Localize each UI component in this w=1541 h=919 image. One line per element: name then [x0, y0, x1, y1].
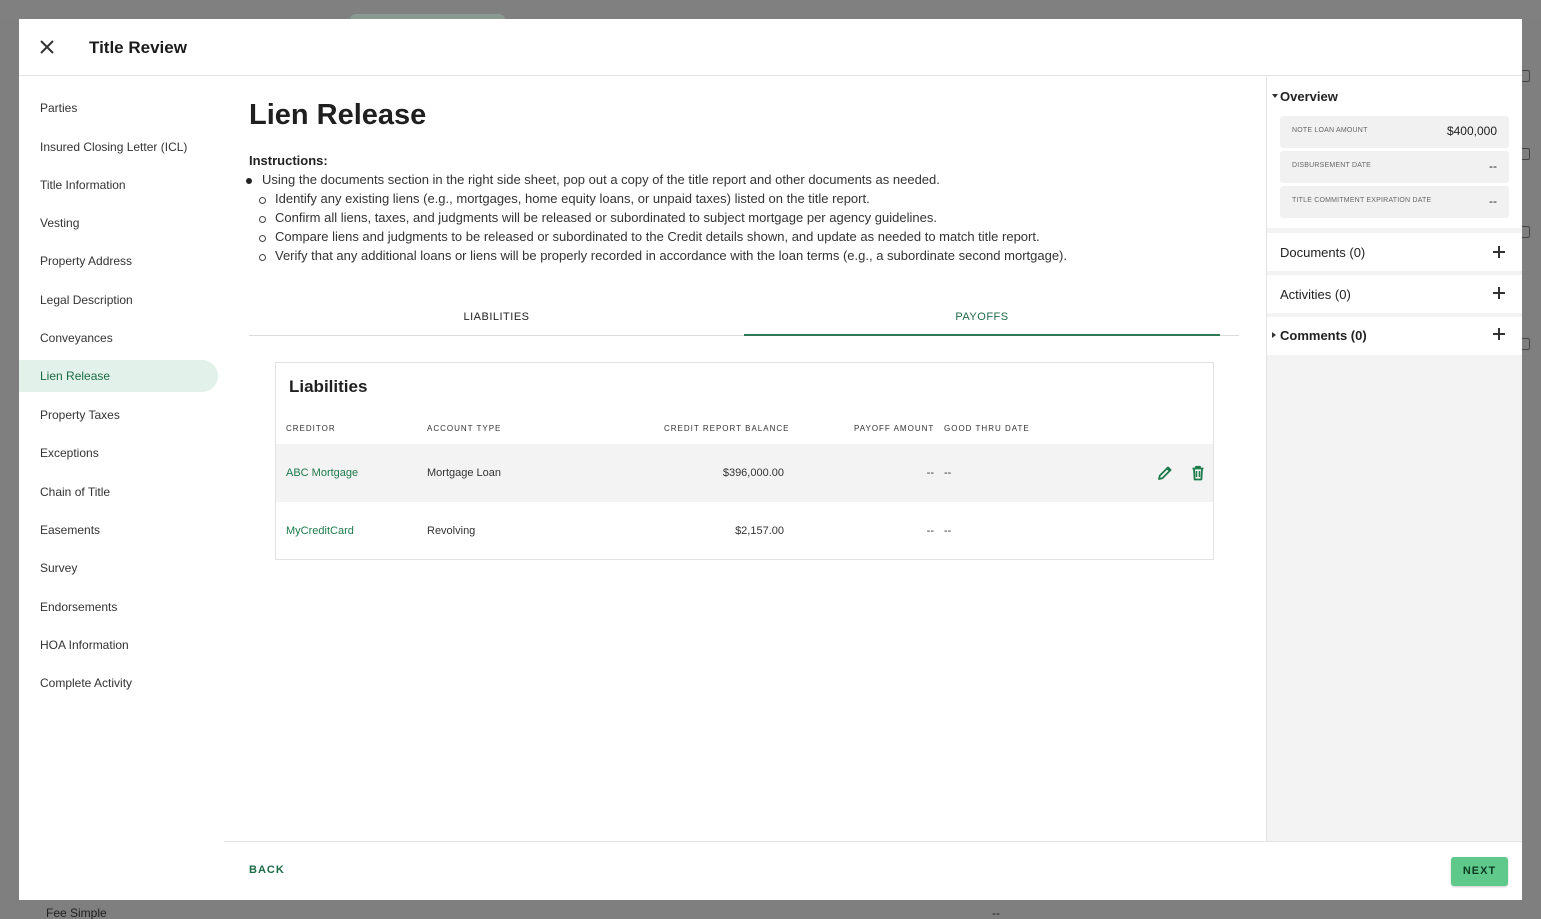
back-button[interactable]: BACK: [249, 864, 285, 876]
background-dash-text: --: [992, 906, 1000, 919]
page-title: Lien Release: [249, 99, 427, 131]
sidebar-item-vesting[interactable]: Vesting: [19, 207, 218, 239]
sub-bullet-icon: [259, 254, 266, 261]
instruction-sub: Compare liens and judgments to be releas…: [275, 229, 1040, 244]
table-row[interactable]: ABC Mortgage Mortgage Loan $396,000.00 -…: [276, 444, 1213, 502]
account-type-cell: Mortgage Loan: [427, 467, 501, 479]
activities-title[interactable]: Activities (0): [1280, 287, 1351, 302]
column-header-account-type: ACCOUNT TYPE: [427, 424, 502, 433]
sub-bullet-icon: [259, 197, 266, 204]
overview-section: Overview NOTE LOAN AMOUNT $400,000 DISBU…: [1267, 77, 1522, 228]
field-label: NOTE LOAN AMOUNT: [1292, 127, 1368, 134]
background-top-bar: [0, 0, 1541, 18]
sidebar-item-survey[interactable]: Survey: [19, 552, 218, 584]
plus-icon[interactable]: [1493, 246, 1505, 258]
column-header-good-thru-date: GOOD THRU DATE: [944, 424, 1030, 433]
note-loan-amount-field: NOTE LOAN AMOUNT $400,000: [1280, 116, 1509, 148]
modal-footer: BACK NEXT: [224, 841, 1522, 900]
title-commitment-expiration-field: TITLE COMMITMENT EXPIRATION DATE --: [1280, 186, 1509, 218]
sidebar-item-icl[interactable]: Insured Closing Letter (ICL): [19, 131, 218, 163]
instruction-main: Using the documents section in the right…: [262, 172, 940, 187]
creditor-link[interactable]: ABC Mortgage: [286, 444, 358, 502]
modal-title: Title Review: [89, 38, 187, 57]
account-type-cell: Revolving: [427, 525, 476, 537]
sidebar-item-conveyances[interactable]: Conveyances: [19, 322, 218, 354]
payoff-amount-cell: --: [926, 525, 934, 537]
column-header-creditor: CREDITOR: [286, 424, 336, 433]
column-header-payoff-amount: PAYOFF AMOUNT: [854, 424, 935, 433]
background-fee-text: Fee Simple: [46, 906, 107, 919]
creditor-link[interactable]: MyCreditCard: [286, 502, 354, 560]
comments-title[interactable]: Comments (0): [1280, 328, 1367, 343]
good-thru-date-cell: --: [944, 525, 952, 537]
balance-cell: $396,000.00: [722, 467, 784, 479]
sidebar-item-legal-description[interactable]: Legal Description: [19, 284, 218, 316]
good-thru-date-cell: --: [944, 467, 952, 479]
disbursement-date-field: DISBURSEMENT DATE --: [1280, 151, 1509, 183]
main-content: Lien Release Instructions: Using the doc…: [224, 77, 1266, 842]
sidebar-item-complete-activity[interactable]: Complete Activity: [19, 667, 218, 699]
payoff-amount-cell: --: [926, 467, 934, 479]
sidebar-item-endorsements[interactable]: Endorsements: [19, 591, 218, 623]
right-side-sheet: Overview NOTE LOAN AMOUNT $400,000 DISBU…: [1266, 77, 1522, 841]
instructions-label: Instructions:: [249, 153, 328, 168]
bullet-icon: [246, 178, 252, 184]
instruction-sub: Verify that any additional loans or lien…: [275, 248, 1067, 263]
field-label: DISBURSEMENT DATE: [1292, 162, 1371, 169]
title-review-modal: Title Review Parties Insured Closing Let…: [19, 19, 1522, 900]
sidebar-item-chain-of-title[interactable]: Chain of Title: [19, 476, 218, 508]
plus-icon[interactable]: [1493, 328, 1505, 340]
sidebar-item-lien-release[interactable]: Lien Release: [19, 360, 218, 392]
next-button[interactable]: NEXT: [1451, 857, 1508, 886]
documents-section[interactable]: Documents (0): [1267, 233, 1522, 271]
balance-cell: $2,157.00: [735, 525, 784, 537]
sidebar-item-parties[interactable]: Parties: [19, 92, 218, 124]
documents-title[interactable]: Documents (0): [1280, 245, 1365, 260]
field-value: $400,000: [1446, 124, 1497, 138]
section-nav: Parties Insured Closing Letter (ICL) Tit…: [19, 77, 224, 900]
field-label: TITLE COMMITMENT EXPIRATION DATE: [1292, 197, 1432, 204]
sidebar-item-property-address[interactable]: Property Address: [19, 245, 218, 277]
liabilities-title: Liabilities: [289, 377, 368, 396]
overview-title[interactable]: Overview: [1280, 89, 1338, 104]
sub-bullet-icon: [259, 216, 266, 223]
modal-header: Title Review: [19, 19, 1522, 76]
edit-icon[interactable]: [1156, 464, 1174, 482]
sidebar-item-easements[interactable]: Easements: [19, 514, 218, 546]
caret-right-icon[interactable]: [1272, 332, 1276, 338]
liabilities-card: Liabilities CREDITOR ACCOUNT TYPE CREDIT…: [275, 362, 1214, 560]
field-value: --: [1489, 194, 1497, 208]
instruction-sub: Confirm all liens, taxes, and judgments …: [275, 210, 937, 225]
sidebar-item-hoa-information[interactable]: HOA Information: [19, 629, 218, 661]
column-header-credit-report-balance: CREDIT REPORT BALANCE: [664, 424, 790, 433]
sidebar-item-exceptions[interactable]: Exceptions: [19, 437, 218, 469]
plus-icon[interactable]: [1493, 287, 1505, 299]
field-value: --: [1489, 159, 1497, 173]
activities-section[interactable]: Activities (0): [1267, 275, 1522, 313]
sub-bullet-icon: [259, 235, 266, 242]
comments-section[interactable]: Comments (0): [1267, 317, 1522, 355]
trash-icon[interactable]: [1189, 464, 1207, 482]
caret-down-icon[interactable]: [1272, 94, 1278, 98]
instruction-sub: Identify any existing liens (e.g., mortg…: [275, 191, 870, 206]
tab-bar: LIABILITIES PAYOFFS: [249, 299, 1239, 336]
tab-liabilities[interactable]: LIABILITIES: [249, 299, 744, 336]
tab-payoffs[interactable]: PAYOFFS: [744, 299, 1220, 336]
table-row[interactable]: MyCreditCard Revolving $2,157.00 -- --: [276, 502, 1213, 560]
sidebar-item-title-information[interactable]: Title Information: [19, 169, 218, 201]
close-icon[interactable]: [38, 38, 56, 56]
sidebar-item-property-taxes[interactable]: Property Taxes: [19, 399, 218, 431]
